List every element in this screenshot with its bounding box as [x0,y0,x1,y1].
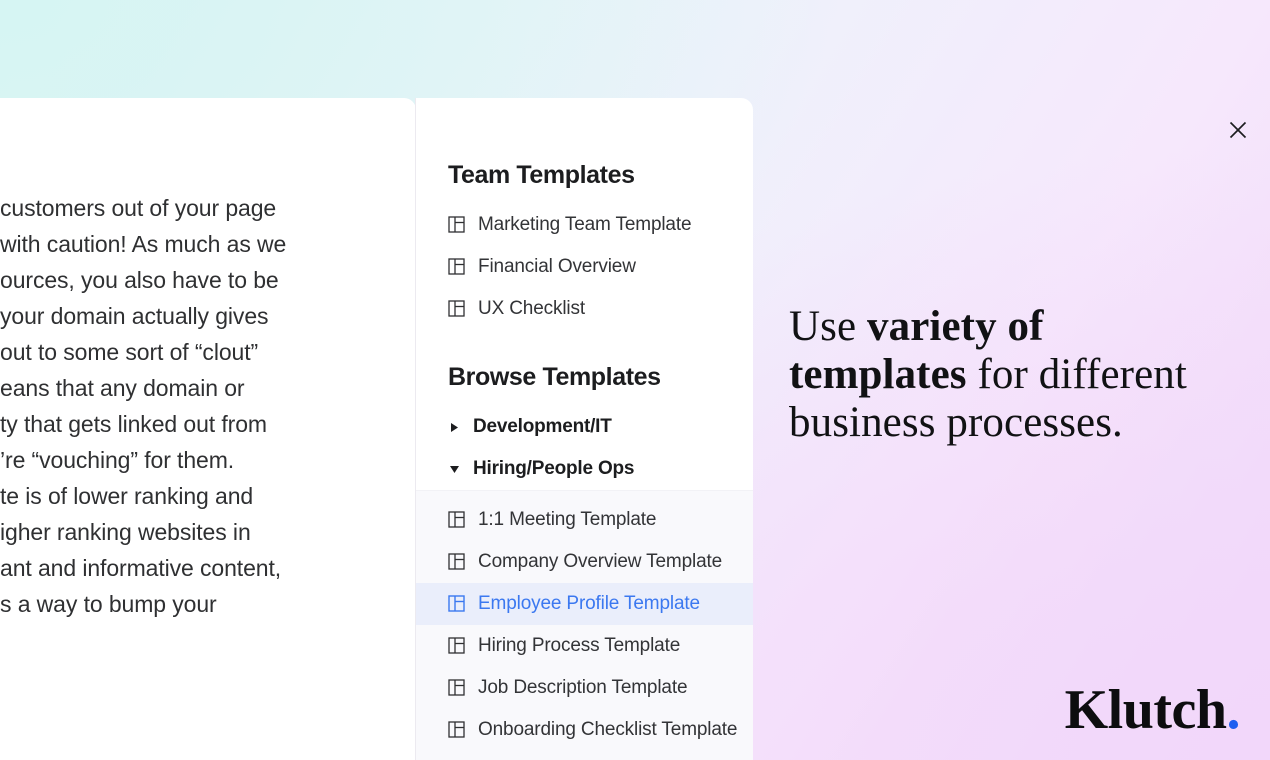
brand-logo: Klutch. [1064,679,1241,741]
article-line: s a way to bump your [0,591,217,617]
article-line: customers out of your page [0,195,277,221]
template-item-employee-profile-template[interactable]: Employee Profile Template [416,583,753,625]
table-grid-icon [448,300,465,317]
template-item-ux-checklist[interactable]: UX Checklist [416,288,753,330]
table-grid-icon [448,258,465,275]
article-card: customers out of your page with caution!… [0,98,416,760]
brand-dot-icon: . [1226,679,1241,741]
browse-templates-heading: Browse Templates [448,363,661,391]
template-item-job-description-template[interactable]: Job Description Template [416,667,753,709]
promo-headline-part1: Use [789,303,868,350]
template-group-development-it[interactable]: Development/IT [416,406,753,448]
template-item-company-overview-template[interactable]: Company Overview Template [416,541,753,583]
article-line: ’re “vouching” for them. [0,447,235,473]
article-line: igher ranking websites in [0,519,251,545]
template-item-label: Financial Overview [478,256,636,277]
table-grid-icon [448,721,465,738]
article-line: ant and informative content, [0,555,282,581]
brand-name: Klutch [1064,679,1227,741]
table-grid-icon [448,216,465,233]
promo-headline: Use variety of templates for different b… [789,303,1229,447]
promo-block: Use variety of templates for different b… [789,303,1229,447]
template-group-label: Hiring/People Ops [473,458,635,479]
table-grid-icon [448,511,465,528]
template-item-marketing-team-template[interactable]: Marketing Team Template [416,204,753,246]
article-line: eans that any domain or [0,375,245,401]
template-item-label: Employee Profile Template [478,593,700,614]
template-item-onboarding-checklist-template[interactable]: Onboarding Checklist Template [416,709,753,751]
article-line: ources, you also have to be [0,267,279,293]
chevron-down-icon [448,463,460,475]
close-icon [1228,120,1248,140]
close-panel-button[interactable] [1223,115,1253,145]
templates-panel: Team Templates Marketing Team Template F… [416,98,753,760]
article-text: customers out of your page with caution!… [0,190,345,622]
article-line: out to some sort of “clout” [0,339,259,365]
template-item-label: 1:1 Meeting Template [478,509,657,530]
team-templates-list: Marketing Team Template Financial Overvi… [416,204,753,330]
template-item-financial-overview[interactable]: Financial Overview [416,246,753,288]
template-item-label: Onboarding Checklist Template [478,719,738,740]
template-group-hiring-people-ops[interactable]: Hiring/People Ops [416,448,753,490]
table-grid-icon [448,595,465,612]
template-item-hiring-process-template[interactable]: Hiring Process Template [416,625,753,667]
app-root: customers out of your page with caution!… [0,0,1270,760]
template-item-label: Job Description Template [478,677,688,698]
template-item-label: UX Checklist [478,298,585,319]
template-item-label: Hiring Process Template [478,635,681,656]
table-grid-icon [448,679,465,696]
templates-panel-content: Team Templates Marketing Team Template F… [416,98,753,760]
article-line: your domain actually gives [0,303,269,329]
template-group-items-hiring-people-ops: 1:1 Meeting Template Company Overview Te… [416,490,753,760]
table-grid-icon [448,637,465,654]
template-item-label: Company Overview Template [478,551,723,572]
chevron-right-icon [448,421,460,433]
template-item-1-1-meeting-template[interactable]: 1:1 Meeting Template [416,499,753,541]
browse-templates-list: Development/IT Hiring/People Ops 1:1 Mee… [416,406,753,760]
team-templates-heading: Team Templates [448,161,635,189]
table-grid-icon [448,553,465,570]
template-group-label: Development/IT [473,416,612,437]
article-line: te is of lower ranking and [0,483,254,509]
article-line: ty that gets linked out from [0,411,267,437]
template-item-label: Marketing Team Template [478,214,692,235]
article-line: with caution! As much as we [0,231,287,257]
